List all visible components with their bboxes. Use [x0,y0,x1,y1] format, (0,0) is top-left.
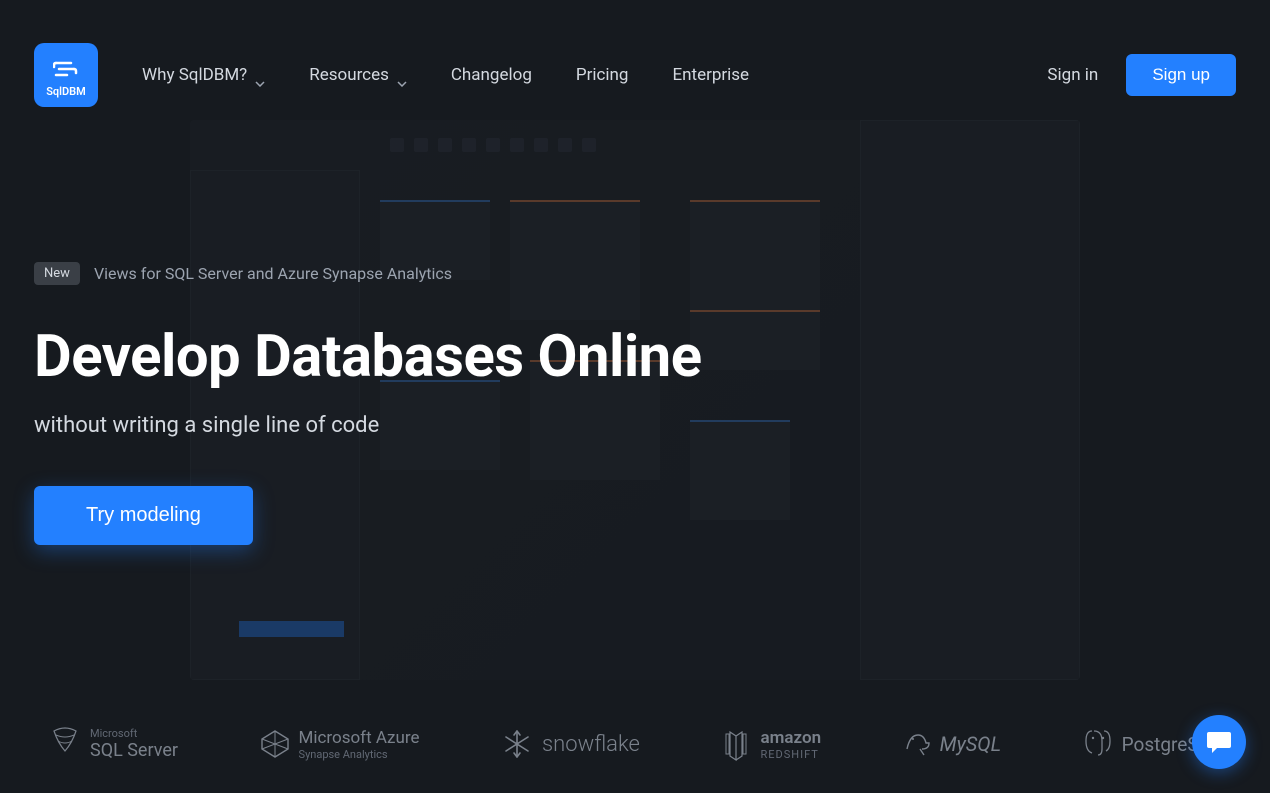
nav-label: Why SqlDBM? [142,65,247,85]
partner-mysql: MySQL [902,729,1001,759]
partner-snowflake: snowflake [500,727,640,761]
azure-icon [259,728,291,760]
try-modeling-button[interactable]: Try modeling [34,486,253,545]
chat-icon [1205,729,1233,755]
partner-sub: Synapse Analytics [299,748,420,761]
signin-link[interactable]: Sign in [1047,65,1098,85]
chevron-down-icon [255,72,265,78]
announcement-text: Views for SQL Server and Azure Synapse A… [94,264,452,283]
partner-logos: Microsoft SQL Server Microsoft Azure Syn… [0,703,1270,793]
sqlserver-icon [48,723,82,765]
redshift-icon [720,726,752,762]
postgresql-icon [1082,727,1114,761]
nav-label: Changelog [451,65,532,85]
partner-sqlserver: Microsoft SQL Server [48,723,178,765]
partner-label: MySQL [940,732,1001,756]
nav-item-why[interactable]: Why SqlDBM? [142,65,265,85]
nav-item-enterprise[interactable]: Enterprise [672,65,749,85]
nav-item-pricing[interactable]: Pricing [576,65,629,85]
hero-title: Develop Databases Online [34,323,702,391]
partner-label: snowflake [542,732,640,757]
logo-text: SqlDBM [46,85,86,98]
hero-section: New Views for SQL Server and Azure Synap… [34,262,702,545]
nav-label: Pricing [576,65,629,85]
partner-label: Microsoft Azure [299,728,420,748]
partner-prefix: Microsoft [90,727,178,740]
logo[interactable]: SqlDBM [34,43,98,107]
partner-redshift: amazon REDSHIFT [720,726,821,762]
new-badge: New [34,262,80,285]
partner-azure: Microsoft Azure Synapse Analytics [259,728,420,761]
partner-label: SQL Server [90,740,178,761]
snowflake-icon [500,727,534,761]
nav-item-resources[interactable]: Resources [309,65,407,85]
announcement-row[interactable]: New Views for SQL Server and Azure Synap… [34,262,702,285]
main-nav: Why SqlDBM? Resources Changelog Pricing … [142,65,1047,85]
nav-label: Enterprise [672,65,749,85]
chevron-down-icon [397,72,407,78]
partner-sub: REDSHIFT [760,748,821,761]
hero-subtitle: without writing a single line of code [34,413,702,438]
nav-label: Resources [309,65,389,85]
mysql-icon [902,729,932,759]
signup-button[interactable]: Sign up [1126,54,1236,96]
chat-widget-button[interactable] [1192,715,1246,769]
nav-item-changelog[interactable]: Changelog [451,65,532,85]
auth-controls: Sign in Sign up [1047,54,1236,96]
logo-icon [53,59,79,81]
partner-label: amazon [760,728,821,748]
